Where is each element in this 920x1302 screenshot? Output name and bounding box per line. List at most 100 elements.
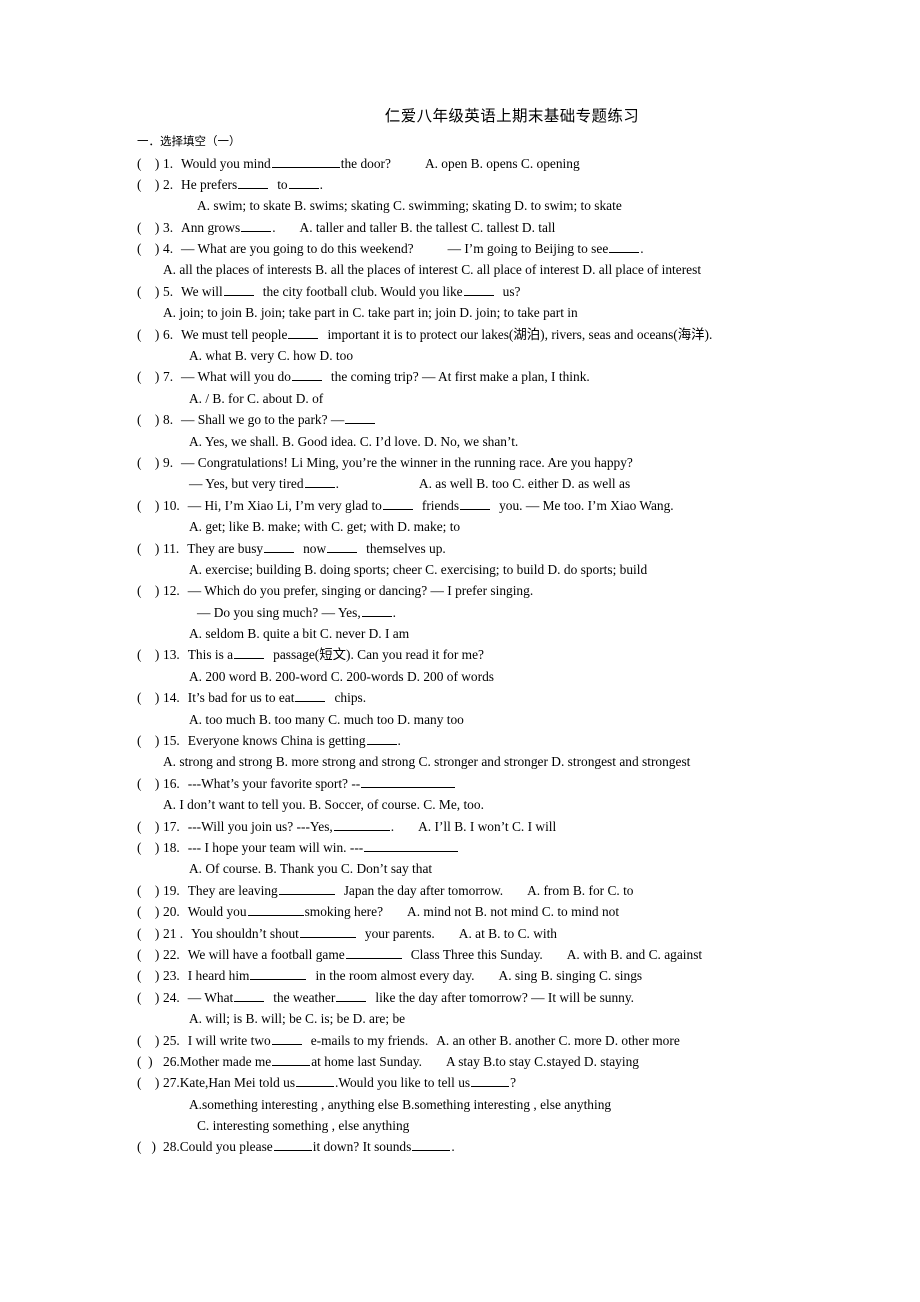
answer-bracket[interactable]: ( )	[137, 580, 163, 601]
answer-bracket[interactable]: ( )	[137, 238, 163, 259]
document-page: 仁爱八年级英语上期末基础专题练习 一．选择填空（一） ( ) 1. Would yo…	[0, 0, 920, 1302]
question-row: ( ) 25. I will write two e-mails to my frie…	[137, 1030, 783, 1051]
answer-bracket[interactable]: ( )	[137, 965, 163, 986]
answer-blank[interactable]	[412, 1139, 451, 1152]
answer-bracket[interactable]: ( )	[137, 880, 163, 901]
answer-blank[interactable]	[345, 411, 376, 425]
answer-bracket[interactable]: ( )	[137, 1030, 163, 1051]
question-number: 17.	[163, 818, 180, 834]
answer-blank[interactable]	[291, 369, 322, 382]
question-number: 15.	[163, 733, 180, 749]
question-stem: ---Will you join us? ---Yes,	[187, 818, 333, 834]
answer-blank[interactable]	[345, 946, 402, 959]
answer-blank[interactable]	[278, 882, 335, 895]
answer-blank[interactable]	[223, 283, 254, 296]
question-stem: — Hi, I’m Xiao Li, I’m very glad to	[187, 497, 382, 513]
option-row: A. 200 word B. 200-word C. 200-words D. …	[137, 666, 783, 687]
question-stem-post: themselves up.	[366, 540, 446, 556]
answer-bracket[interactable]: ( )	[137, 730, 163, 751]
answer-blank[interactable]	[361, 604, 392, 617]
question-stem-post: important it is to protect our lakes(湖泊)…	[327, 326, 713, 342]
question-stem: Would you mind	[181, 155, 271, 171]
answer-bracket[interactable]: ( )	[137, 687, 163, 708]
question-stem-post: like the day after tomorrow? — It will b…	[375, 989, 635, 1005]
answer-blank[interactable]	[241, 219, 272, 232]
answer-blank[interactable]	[273, 1139, 312, 1152]
answer-blank[interactable]	[460, 497, 491, 510]
answer-blank[interactable]	[234, 647, 265, 660]
answer-blank[interactable]	[264, 540, 295, 553]
question-stem: We will have a football game	[187, 946, 345, 962]
answer-blank[interactable]	[296, 1075, 335, 1088]
question-stem-mid: — I’m going to Beijing to see	[447, 241, 609, 257]
answer-blank[interactable]	[361, 775, 456, 788]
question-stem-mid: .Would you like to tell us	[335, 1075, 471, 1091]
answer-blank[interactable]	[333, 818, 390, 831]
answer-bracket[interactable]: ( )	[137, 944, 163, 965]
answer-blank[interactable]	[382, 497, 413, 510]
answer-blank[interactable]	[288, 176, 319, 189]
answer-bracket[interactable]: ( )	[137, 773, 163, 794]
question-row: ( ) 3. Ann grows. A. taller and taller B. t…	[137, 217, 783, 238]
option-row: A.something interesting , anything else …	[137, 1094, 783, 1115]
question-row: ( ) 6. We must tell people important it is …	[137, 324, 783, 345]
question-stem: They are busy	[187, 540, 264, 556]
question-row: ( ) 16. ---What’s your favorite sport? --	[137, 773, 783, 794]
answer-bracket[interactable]: ( )	[137, 409, 163, 430]
answer-bracket[interactable]: ( )	[137, 495, 163, 516]
answer-blank[interactable]	[364, 839, 459, 852]
answer-bracket[interactable]: ( )	[137, 1072, 163, 1093]
question-row: ( ) 5. We will the city football club. Woul…	[137, 281, 783, 302]
answer-bracket[interactable]: ( )	[137, 1051, 163, 1072]
answer-blank[interactable]	[336, 989, 367, 1002]
answer-bracket[interactable]: ( )	[137, 644, 163, 665]
question-stem-post: Class Three this Sunday.	[410, 946, 543, 962]
question-number: 2.	[163, 176, 174, 192]
option-row: A. I don’t want to tell you. B. Soccer, …	[137, 794, 783, 815]
question-stem-post: passage(短文). Can you read it for me?	[273, 647, 484, 663]
question-row: ( ) 19. They are leaving Japan the day afte…	[137, 880, 783, 901]
answer-bracket[interactable]: ( )	[137, 452, 163, 473]
answer-blank[interactable]	[247, 903, 304, 917]
answer-bracket[interactable]: ( )	[137, 153, 163, 174]
answer-blank[interactable]	[272, 1053, 311, 1066]
answer-blank[interactable]	[250, 968, 307, 981]
answer-blank[interactable]	[299, 925, 356, 938]
option-row: A. strong and strong B. more strong and …	[137, 751, 783, 772]
answer-bracket[interactable]: ( )	[137, 281, 163, 302]
answer-bracket[interactable]: ( )	[137, 538, 163, 559]
answer-blank[interactable]	[471, 1075, 510, 1088]
answer-blank[interactable]	[327, 540, 358, 553]
question-number: 27.	[163, 1075, 180, 1091]
answer-bracket[interactable]: ( )	[137, 901, 163, 922]
answer-bracket[interactable]: ( )	[137, 366, 163, 387]
answer-blank[interactable]	[463, 283, 494, 296]
answer-blank[interactable]	[271, 1032, 302, 1045]
question-options: A. get; like B. make; with C. get; with …	[189, 519, 461, 535]
answer-blank[interactable]	[271, 155, 340, 168]
answer-bracket[interactable]: ( )	[137, 837, 163, 858]
question-stem-post: chips.	[334, 690, 367, 706]
answer-blank[interactable]	[609, 240, 640, 254]
question-row: ( ) 9. — Congratulations! Li Ming, you’re …	[137, 452, 783, 473]
question-row: ( ) 12. — Which do you prefer, singing or …	[137, 580, 783, 601]
answer-blank[interactable]	[288, 326, 319, 339]
question-number: 23.	[163, 968, 180, 984]
question-number: 16.	[163, 775, 180, 791]
answer-bracket[interactable]: ( )	[137, 923, 163, 944]
answer-bracket[interactable]: ( )	[137, 174, 163, 195]
answer-bracket[interactable]: ( )	[137, 217, 163, 238]
answer-blank[interactable]	[366, 732, 397, 746]
answer-blank[interactable]	[304, 476, 335, 489]
question-stem: He prefers	[181, 176, 238, 192]
option-row: A. seldom B. quite a bit C. never D. I a…	[137, 623, 783, 644]
answer-blank[interactable]	[295, 689, 326, 703]
question-options: A. from B. for C. to	[527, 882, 634, 898]
answer-blank[interactable]	[234, 989, 265, 1002]
answer-bracket[interactable]: ( )	[137, 1136, 163, 1157]
answer-bracket[interactable]: ( )	[137, 987, 163, 1008]
question-row: ( ) 20. Would you smoking here? A. mind not …	[137, 901, 783, 922]
answer-bracket[interactable]: ( )	[137, 324, 163, 345]
answer-blank[interactable]	[238, 176, 269, 189]
answer-bracket[interactable]: ( )	[137, 816, 163, 837]
